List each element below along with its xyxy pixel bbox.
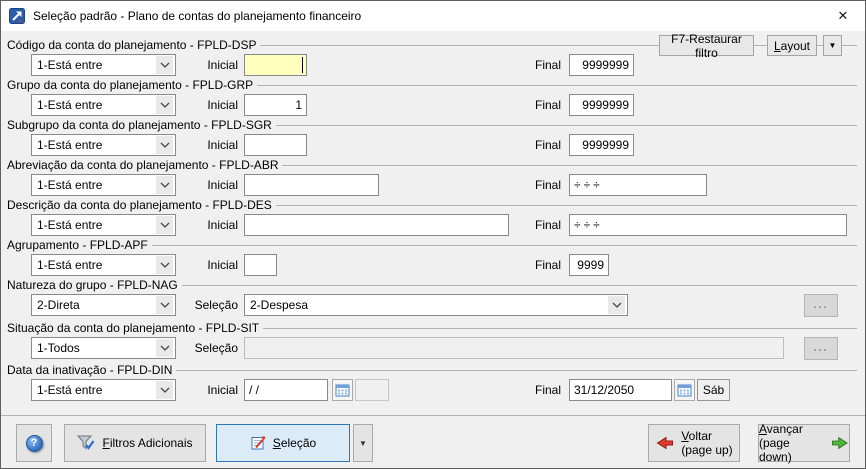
chevron-down-icon xyxy=(608,296,625,314)
group-legend: Descrição da conta do planejamento - FPL… xyxy=(7,198,276,212)
group-legend: Data da inativação - FPLD-DIN xyxy=(7,363,176,377)
inicial-label: Inicial xyxy=(151,218,238,232)
red-left-arrow-icon xyxy=(655,435,674,451)
final-label: Final xyxy=(466,218,561,232)
final-weekday-box: Sáb xyxy=(697,379,730,401)
selection-form-icon xyxy=(250,435,266,451)
selecao-label: Seleção xyxy=(151,298,238,312)
final-label: Final xyxy=(466,383,561,397)
filter-group-descricao: Descrição da conta do planejamento - FPL… xyxy=(1,191,865,231)
group-divider xyxy=(152,245,857,246)
selecao-menu-button[interactable]: ▼ xyxy=(353,424,373,462)
voltar-button[interactable]: Voltar (page up) xyxy=(648,424,740,462)
final-label: Final xyxy=(466,98,561,112)
group-legend: Subgrupo da conta do planejamento - FPLD… xyxy=(7,118,276,132)
selection-dialog: Seleção padrão - Plano de contas do plan… xyxy=(0,0,866,469)
group-divider xyxy=(257,85,857,86)
trend-chart-icon xyxy=(9,8,25,24)
help-button[interactable]: ? xyxy=(16,424,52,462)
group-divider xyxy=(282,165,857,166)
avancar-button[interactable]: Avançar (page down) xyxy=(758,424,850,462)
help-icon: ? xyxy=(26,435,43,452)
close-button[interactable]: ✕ xyxy=(821,1,865,31)
calendar-icon xyxy=(677,383,692,397)
group-legend: Abreviação da conta do planejamento - FP… xyxy=(7,158,282,172)
funnel-icon xyxy=(77,435,95,451)
layout-button[interactable]: Layout xyxy=(767,35,817,56)
final-label: Final xyxy=(466,58,561,72)
filter-group-situacao: Situação da conta do planejamento - FPLD… xyxy=(1,314,865,356)
selecao-label: Seleção xyxy=(151,341,238,355)
selecao-select-natureza[interactable]: 2-Despesa xyxy=(244,294,628,316)
group-legend: Natureza do grupo - FPLD-NAG xyxy=(7,278,182,292)
title-bar: Seleção padrão - Plano de contas do plan… xyxy=(1,1,865,31)
filter-group-subgrupo: Subgrupo da conta do planejamento - FPLD… xyxy=(1,111,865,151)
final-label: Final xyxy=(466,138,561,152)
group-divider xyxy=(176,370,857,371)
filter-group-abreviacao: Abreviação da conta do planejamento - FP… xyxy=(1,151,865,191)
group-legend: Código da conta do planejamento - FPLD-D… xyxy=(7,38,260,52)
inicial-label: Inicial xyxy=(151,178,238,192)
selecao-button[interactable]: Seleção xyxy=(216,424,350,462)
filter-group-agrupamento: Agrupamento - FPLD-APF 1-Está entre Inic… xyxy=(1,231,865,271)
dropdown-arrow-icon: ▼ xyxy=(359,439,367,448)
calendar-icon xyxy=(335,383,350,397)
group-legend: Agrupamento - FPLD-APF xyxy=(7,238,152,252)
additional-filters-button[interactable]: Filtros Adicionais xyxy=(64,424,206,462)
final-label: Final xyxy=(466,258,561,272)
inicial-weekday-box xyxy=(355,379,389,401)
layout-menu-button[interactable]: ▼ xyxy=(823,35,842,56)
inicial-label: Inicial xyxy=(151,258,238,272)
filter-group-natureza: Natureza do grupo - FPLD-NAG 2-Direta Se… xyxy=(1,271,865,314)
inicial-label: Inicial xyxy=(151,58,238,72)
inicial-date-input[interactable] xyxy=(244,379,328,401)
group-divider xyxy=(263,328,857,329)
group-legend: Situação da conta do planejamento - FPLD… xyxy=(7,321,263,335)
group-divider xyxy=(182,285,857,286)
final-label: Final xyxy=(466,178,561,192)
final-calendar-button[interactable] xyxy=(674,379,695,401)
group-divider xyxy=(276,125,857,126)
inicial-label: Inicial xyxy=(151,98,238,112)
inicial-label: Inicial xyxy=(151,383,238,397)
inicial-label: Inicial xyxy=(151,138,238,152)
restore-filter-button[interactable]: F7-Restaurar filtro xyxy=(659,35,754,56)
filter-group-grupo: Grupo da conta do planejamento - FPLD-GR… xyxy=(1,71,865,111)
group-legend: Grupo da conta do planejamento - FPLD-GR… xyxy=(7,78,257,92)
window-title: Seleção padrão - Plano de contas do plan… xyxy=(33,9,361,23)
final-date-input[interactable] xyxy=(569,379,672,401)
group-divider xyxy=(276,205,857,206)
inicial-calendar-button[interactable] xyxy=(332,379,353,401)
green-right-arrow-icon xyxy=(831,435,849,451)
dropdown-arrow-icon: ▼ xyxy=(829,41,837,50)
filter-group-data-inativacao: Data da inativação - FPLD-DIN 1-Está ent… xyxy=(1,356,865,415)
footer-bar: ? Filtros Adicionais Seleção ▼ xyxy=(1,415,865,469)
